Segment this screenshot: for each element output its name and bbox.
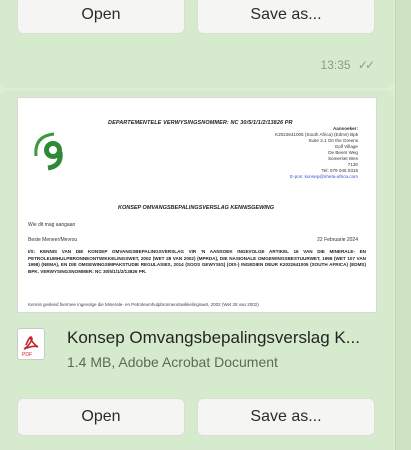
pdf-file-icon: PDF bbox=[17, 328, 45, 360]
save-as-button[interactable]: Save as... bbox=[197, 398, 375, 436]
doc-address: Aansoeker: K2022641005 (South Africa) (E… bbox=[275, 126, 358, 180]
pdf-icon-label: PDF bbox=[22, 352, 32, 358]
timestamp-text: 13:35 bbox=[320, 58, 351, 72]
open-button[interactable]: Open bbox=[17, 398, 185, 436]
doc-tail: Kennis geskied hiermee ingevolge die Min… bbox=[28, 302, 259, 307]
file-attachment[interactable]: PDF Konsep Omvangsbepalingsverslag K... … bbox=[17, 312, 375, 374]
document-preview[interactable]: DEPARTEMENTELE VERWYSINGSNOMMER: NC 30/5… bbox=[17, 97, 377, 313]
address-line: E-pos: konsep@sheta-africa.com bbox=[290, 174, 358, 179]
doc-salutation: Beste Meneer/Mevrou bbox=[28, 237, 78, 243]
doc-date: 22 Februarie 2024 bbox=[317, 237, 358, 243]
doc-header: DEPARTEMENTELE VERWYSINGSNOMMER: NC 30/5… bbox=[108, 120, 293, 126]
doc-greeting: Wie dit mag aangaan bbox=[28, 222, 76, 228]
chat-scrollbar[interactable] bbox=[395, 0, 411, 450]
previous-message-bubble: Open Save as... 13:35 ✓✓ bbox=[0, 0, 394, 88]
doc-paragraph: I/S: KENNIS VAN DIE KONSEP OMVANGSBEPALI… bbox=[28, 249, 366, 274]
address-line: Aansoeker: bbox=[332, 126, 358, 131]
open-button-previous[interactable]: Open bbox=[17, 0, 185, 34]
doc-title: KONSEP OMVANGSBEPALINGSVERSLAG KENNISGEW… bbox=[118, 205, 275, 211]
file-meta: 1.4 MB, Adobe Acrobat Document bbox=[67, 354, 278, 370]
save-as-button-previous[interactable]: Save as... bbox=[197, 0, 375, 34]
file-name: Konsep Omvangsbepalingsverslag K... bbox=[67, 328, 360, 347]
message-timestamp: 13:35 ✓✓ bbox=[320, 58, 376, 72]
greenmined-logo bbox=[34, 132, 63, 171]
read-ticks-icon: ✓✓ bbox=[357, 58, 375, 72]
